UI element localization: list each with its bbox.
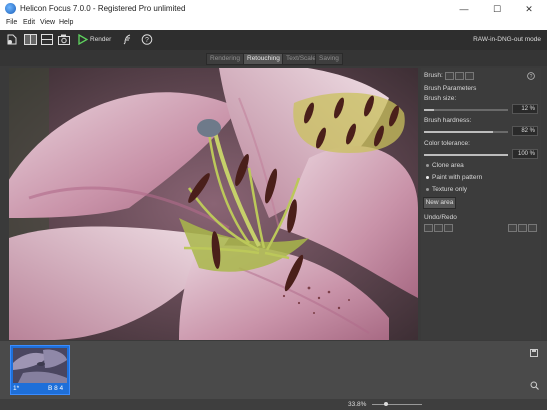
undo-step-icon[interactable] (444, 224, 453, 232)
svg-text:?: ? (530, 74, 533, 80)
clone-area-radio[interactable] (426, 164, 429, 167)
menu-edit[interactable]: Edit (23, 19, 35, 26)
redo-all-icon[interactable] (528, 224, 537, 232)
close-button[interactable]: ✕ (517, 2, 541, 16)
save-icon[interactable] (530, 349, 538, 357)
color-tolerance-label: Color tolerance: (424, 140, 470, 147)
image-preview[interactable] (9, 68, 418, 340)
redo-step-icon[interactable] (508, 224, 517, 232)
brush-icon[interactable] (445, 72, 454, 80)
menu-bar: File Edit View Help (0, 18, 547, 30)
tab-rendering[interactable]: Rendering (206, 53, 244, 65)
thumbnail-item[interactable]: 1* B 8 4 (10, 345, 70, 395)
split-vertical-icon[interactable] (24, 34, 37, 45)
brush-params-title: Brush Parameters (424, 85, 477, 92)
brush-hardness-slider[interactable] (424, 131, 508, 133)
zoom-slider[interactable] (372, 404, 422, 405)
camera-icon[interactable] (58, 34, 70, 45)
tab-bar: Rendering Retouching Text/Scale Saving (0, 50, 547, 66)
brush-label: Brush: (424, 72, 443, 79)
svg-text:?: ? (145, 37, 149, 44)
thumbnail-label: B 8 4 (48, 385, 64, 392)
app-logo-icon (5, 3, 16, 14)
split-horizontal-icon[interactable] (41, 34, 53, 45)
zoom-icon[interactable] (530, 381, 539, 390)
texture-only-radio[interactable] (426, 188, 429, 191)
brush-size-label: Brush size: (424, 95, 457, 102)
zoom-slider-handle[interactable] (384, 402, 388, 406)
undo-all-icon[interactable] (424, 224, 433, 232)
paint-pattern-radio[interactable] (426, 176, 429, 179)
redo-icon[interactable] (518, 224, 527, 232)
clone-area-label[interactable]: Clone area (432, 162, 464, 169)
thumbnail-strip: 1* B 8 4 (0, 341, 547, 399)
menu-view[interactable]: View (40, 19, 55, 26)
texture-only-label[interactable]: Texture only (432, 186, 467, 193)
render-play-icon[interactable] (78, 34, 88, 45)
title-bar: Helicon Focus 7.0.0 - Registered Pro unl… (0, 0, 547, 18)
toolbar: Render ? RAW-in-DNG-out mode (0, 30, 547, 51)
undo-redo-title: Undo/Redo (424, 214, 457, 221)
mode-label: RAW-in-DNG-out mode (473, 36, 541, 43)
maximize-button[interactable]: ☐ (485, 2, 509, 16)
eraser-icon[interactable] (465, 72, 474, 80)
brush-hardness-label: Brush hardness: (424, 117, 472, 124)
window-title: Helicon Focus 7.0.0 - Registered Pro unl… (20, 4, 186, 13)
feather-icon[interactable] (123, 34, 132, 45)
brush-hardness-value[interactable]: 82 % (512, 126, 538, 136)
thumbnail-image (13, 348, 67, 383)
new-area-button[interactable]: New area (423, 197, 456, 209)
menu-file[interactable]: File (6, 19, 17, 26)
undo-icon[interactable] (434, 224, 443, 232)
tab-retouching[interactable]: Retouching (243, 53, 284, 65)
color-tolerance-slider[interactable] (424, 154, 508, 156)
retouching-panel: Brush: ? Brush Parameters Brush size: 12… (421, 68, 541, 340)
minimize-button[interactable]: — (452, 2, 476, 16)
brush-size-value[interactable]: 12 % (512, 104, 538, 114)
brush-size-slider[interactable] (424, 109, 508, 111)
panel-help-icon[interactable]: ? (527, 72, 535, 80)
menu-help[interactable]: Help (59, 19, 73, 26)
lily-image (9, 68, 418, 340)
open-file-icon[interactable] (6, 34, 18, 45)
render-button[interactable]: Render (90, 36, 111, 43)
paint-pattern-label[interactable]: Paint with pattern (432, 174, 482, 181)
thumbnail-index: 1* (13, 385, 20, 392)
pencil-icon[interactable] (455, 72, 464, 80)
color-tolerance-value[interactable]: 100 % (512, 149, 538, 159)
zoom-level: 33.8% (348, 401, 367, 408)
help-icon[interactable]: ? (141, 34, 153, 45)
tab-saving[interactable]: Saving (315, 53, 343, 65)
status-bar: 33.8% (0, 399, 547, 410)
